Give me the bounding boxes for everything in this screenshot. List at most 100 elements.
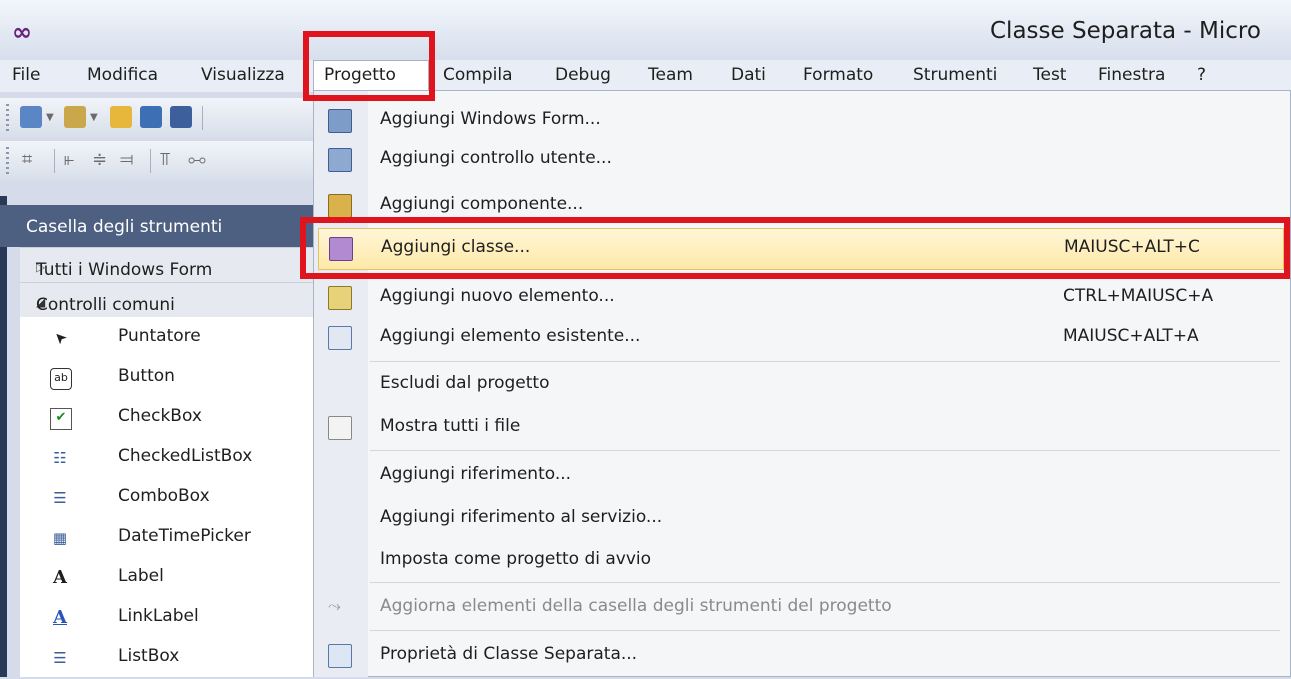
new-item-icon: [328, 286, 352, 310]
tool-label: Puntatore: [118, 326, 201, 346]
toolbox-item-puntatore[interactable]: ➤ Puntatore: [20, 319, 318, 359]
annotation-box-add-class: [300, 217, 1290, 279]
title-bar: ∞ Classe Separata - Micro: [0, 0, 1291, 68]
toolbox-header[interactable]: Casella degli strumenti: [0, 205, 318, 247]
align-left-icon[interactable]: ⫦: [64, 149, 74, 170]
menu-team[interactable]: Team: [648, 65, 693, 85]
menu-item-label: Mostra tutti i file: [380, 416, 521, 436]
menu-item-show-all-files[interactable]: Mostra tutti i file: [318, 408, 1284, 446]
toolbox-item-datetimepicker[interactable]: ▦ DateTimePicker: [20, 519, 318, 559]
menu-item-label: Aggiorna elementi della casella degli st…: [380, 596, 892, 616]
menu-item-label: Aggiungi elemento esistente...: [380, 326, 641, 346]
toolbox-item-listbox[interactable]: ☰ ListBox: [20, 639, 318, 679]
new-project-icon[interactable]: [20, 106, 42, 128]
tool-label: CheckedListBox: [118, 446, 253, 466]
menu-item-set-startup-project[interactable]: Imposta come progetto di avvio: [318, 541, 1284, 579]
linklabel-icon: A: [53, 607, 67, 628]
align-right-icon[interactable]: ⫤: [120, 149, 134, 170]
dropdown-arrow-icon[interactable]: ▼: [90, 112, 98, 123]
menu-item-label: Aggiungi nuovo elemento...: [380, 286, 615, 306]
menu-debug[interactable]: Debug: [555, 65, 611, 85]
toolbox-item-combobox[interactable]: ☰ ComboBox: [20, 479, 318, 519]
menu-item-label: Aggiungi riferimento al servizio...: [380, 507, 663, 527]
menu-separator: [370, 582, 1280, 583]
toolbox-item-label[interactable]: A Label: [20, 559, 318, 599]
menu-help[interactable]: ?: [1197, 65, 1206, 85]
align-to-grid-icon[interactable]: ⌗: [22, 149, 32, 170]
tool-label: Button: [118, 366, 175, 386]
menu-item-label: Aggiungi riferimento...: [380, 464, 572, 484]
menu-visualizza[interactable]: Visualizza: [201, 65, 285, 85]
component-icon: [328, 194, 352, 218]
properties-icon: [328, 644, 352, 668]
open-folder-icon[interactable]: [110, 106, 132, 128]
button-icon: ab: [50, 368, 72, 390]
menu-item-add-existing-item[interactable]: Aggiungi elemento esistente... MAIUSC+AL…: [318, 318, 1284, 356]
menu-separator: [370, 630, 1280, 631]
menu-item-add-user-control[interactable]: Aggiungi controllo utente...: [318, 140, 1284, 178]
menu-file[interactable]: File: [12, 65, 40, 85]
toolbar-grip[interactable]: [6, 104, 9, 132]
pointer-icon: ➤: [49, 327, 71, 349]
toolbox-title: Casella degli strumenti: [26, 217, 223, 237]
visual-studio-logo-icon: ∞: [12, 18, 32, 46]
dropdown-arrow-icon[interactable]: ▼: [46, 112, 54, 123]
menu-formato[interactable]: Formato: [803, 65, 873, 85]
menu-item-label: Proprietà di Classe Separata...: [380, 644, 638, 664]
menu-modifica[interactable]: Modifica: [87, 65, 158, 85]
align-top-icon[interactable]: ⫪: [160, 149, 170, 170]
menu-item-add-windows-form[interactable]: Aggiungi Windows Form...: [318, 101, 1284, 139]
listbox-icon: ☰: [53, 649, 67, 667]
group-label: Controlli comuni: [36, 295, 175, 315]
menu-item-shortcut: MAIUSC+ALT+A: [1063, 326, 1199, 346]
combobox-icon: ☰: [53, 489, 67, 507]
user-control-icon: [328, 148, 352, 172]
toolbox-border: [0, 196, 7, 677]
align-middle-icon[interactable]: ⧟: [188, 149, 206, 170]
toolbar-separator: [54, 149, 55, 173]
toolbox-item-checkedlistbox[interactable]: ☷ CheckedListBox: [20, 439, 318, 479]
menu-item-label: Aggiungi controllo utente...: [380, 148, 612, 168]
refresh-toolbox-icon: ⤳: [328, 596, 341, 615]
menu-item-add-service-reference[interactable]: Aggiungi riferimento al servizio...: [318, 499, 1284, 537]
menu-compila[interactable]: Compila: [443, 65, 513, 85]
menu-item-label: Imposta come progetto di avvio: [380, 549, 652, 569]
standard-toolbar: ▼ ▼: [0, 98, 318, 138]
toolbox-group-all-windows-forms[interactable]: ▷ Tutti i Windows Form: [20, 247, 318, 282]
menu-item-project-properties[interactable]: Proprietà di Classe Separata...: [318, 636, 1284, 674]
save-icon[interactable]: [140, 106, 162, 128]
save-all-icon[interactable]: [170, 106, 192, 128]
menu-dati[interactable]: Dati: [731, 65, 766, 85]
label-icon: A: [53, 567, 67, 588]
menu-test[interactable]: Test: [1033, 65, 1066, 85]
menu-item-add-reference[interactable]: Aggiungi riferimento...: [318, 456, 1284, 494]
tool-label: Label: [118, 566, 164, 586]
toolbox-item-checkbox[interactable]: ✔ CheckBox: [20, 399, 318, 439]
menu-item-shortcut: CTRL+MAIUSC+A: [1063, 286, 1214, 306]
tool-label: LinkLabel: [118, 606, 199, 626]
toolbox-item-linklabel[interactable]: A LinkLabel: [20, 599, 318, 639]
menu-item-refresh-toolbox: ⤳ Aggiorna elementi della casella degli …: [318, 588, 1284, 626]
datetimepicker-icon: ▦: [52, 529, 68, 547]
menu-strumenti[interactable]: Strumenti: [913, 65, 997, 85]
checkbox-icon: ✔: [50, 408, 72, 430]
show-all-files-icon: [328, 416, 352, 440]
group-label: Tutti i Windows Form: [36, 260, 213, 280]
menu-finestra[interactable]: Finestra: [1098, 65, 1165, 85]
menu-separator: [370, 450, 1280, 451]
tool-label: CheckBox: [118, 406, 202, 426]
menu-item-add-new-item[interactable]: Aggiungi nuovo elemento... CTRL+MAIUSC+A: [318, 278, 1284, 316]
menu-item-label: Escludi dal progetto: [380, 373, 550, 393]
toolbox-group-common-controls[interactable]: ◢ Controlli comuni: [20, 282, 318, 317]
menu-item-exclude-from-project[interactable]: Escludi dal progetto: [318, 365, 1284, 403]
windows-form-icon: [328, 109, 352, 133]
toolbar-separator: [150, 149, 151, 173]
add-item-icon[interactable]: [64, 106, 86, 128]
layout-toolbar: ⌗ ⫦ ≑ ⫤ ⫪ ⧟: [0, 141, 318, 181]
align-center-icon[interactable]: ≑: [92, 149, 107, 170]
toolbox-item-button[interactable]: ab Button: [20, 359, 318, 399]
toolbar-grip[interactable]: [6, 147, 9, 175]
checkedlistbox-icon: ☷: [53, 449, 67, 467]
window-title: Classe Separata - Micro: [990, 18, 1261, 44]
menu-separator: [370, 361, 1280, 362]
